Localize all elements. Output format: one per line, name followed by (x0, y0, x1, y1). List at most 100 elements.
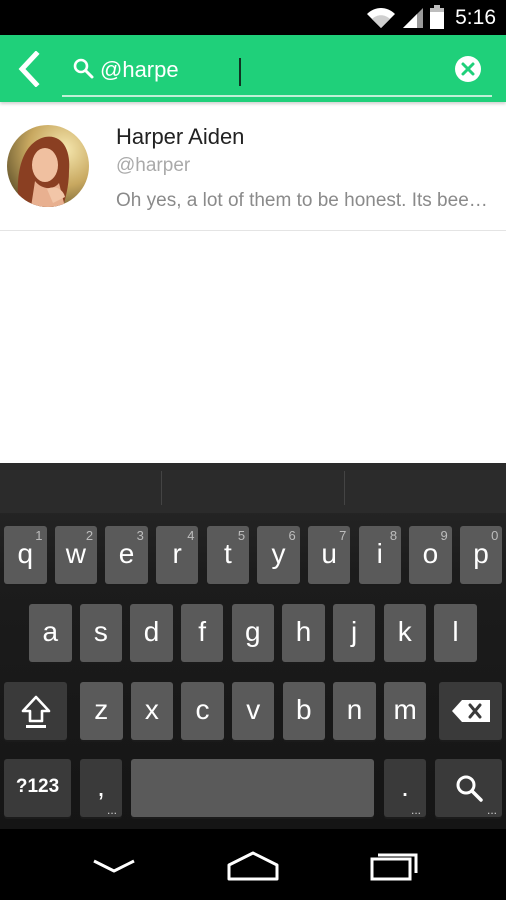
key-label: d (143, 616, 160, 647)
comma-key-label: , (97, 771, 105, 802)
key-hint: 8 (389, 528, 398, 543)
search-icon (73, 58, 94, 79)
result-message-preview: Oh yes, a lot of them to be honest. Its … (116, 190, 491, 211)
search-icon (456, 775, 483, 802)
key-g[interactable]: g (231, 604, 275, 662)
key-j[interactable]: j (332, 604, 376, 662)
result-name: Harper Aiden (116, 124, 245, 149)
nav-recents-button[interactable] (364, 847, 424, 883)
key-hint: 0 (491, 528, 499, 543)
key-label: t (223, 538, 232, 569)
symbols-key-label: ?123 (15, 776, 60, 797)
search-field[interactable] (62, 45, 492, 97)
key-label: b (296, 694, 312, 725)
key-x[interactable]: x (130, 682, 174, 740)
text-caret (239, 58, 241, 86)
key-label: s (93, 616, 108, 647)
key-label: p (473, 538, 489, 569)
keyboard: q1w2e3r4t5y6u7i8o9p0asdfghjklzxcvbnm ?12… (0, 463, 506, 829)
navigation-bar (0, 829, 506, 900)
key-hint: 6 (288, 528, 296, 543)
key-label: w (65, 538, 86, 569)
suggestion-divider (344, 471, 345, 505)
key-f[interactable]: f (180, 604, 224, 662)
wifi-icon (367, 8, 395, 28)
backspace-key[interactable] (439, 682, 502, 740)
key-label: a (42, 616, 59, 647)
cell-signal-icon (403, 8, 423, 28)
key-z[interactable]: z (80, 682, 123, 740)
back-chevron-down-icon (93, 859, 135, 873)
chevron-left-icon (18, 50, 40, 88)
key-label: l (452, 616, 459, 647)
key-label: i (376, 538, 383, 569)
home-icon (227, 851, 279, 881)
search-input[interactable] (100, 52, 440, 88)
symbols-key[interactable]: ?123 (4, 759, 71, 817)
key-label: n (346, 694, 363, 725)
key-t[interactable]: t5 (206, 526, 250, 584)
key-q[interactable]: q1 (4, 526, 47, 584)
key-label: e (118, 538, 135, 569)
suggestion-divider (161, 471, 162, 505)
key-e[interactable]: e3 (105, 526, 148, 584)
key-hint: 5 (237, 528, 246, 543)
result-handle: @harper (116, 155, 191, 176)
key-label: v (246, 694, 261, 725)
recents-icon (370, 853, 418, 881)
shift-key[interactable] (4, 682, 67, 740)
key-w[interactable]: w2 (54, 526, 98, 584)
search-key[interactable]: ... (435, 759, 502, 817)
more-keys-dots: ... (486, 803, 497, 817)
status-time: 5:16 (455, 6, 496, 29)
key-p[interactable]: p0 (459, 526, 503, 584)
period-key-label: . (401, 771, 409, 802)
key-label: u (321, 538, 337, 569)
key-o[interactable]: o9 (409, 526, 452, 584)
battery-icon (430, 5, 444, 29)
comma-key[interactable]: , ... (80, 759, 122, 817)
key-b[interactable]: b (282, 682, 326, 740)
space-key[interactable] (131, 759, 374, 817)
key-label: q (17, 538, 34, 569)
clear-icon (461, 62, 475, 76)
key-hint: 3 (136, 528, 144, 543)
shift-icon (21, 695, 50, 728)
key-label: f (198, 616, 207, 647)
avatar (7, 125, 89, 207)
key-label: z (94, 694, 109, 725)
status-icons (366, 5, 444, 29)
key-l[interactable]: l (434, 604, 477, 662)
key-label: c (195, 694, 210, 725)
avatar-photo (7, 125, 89, 207)
more-keys-dots: ... (410, 803, 421, 817)
backspace-icon (451, 700, 490, 722)
period-key[interactable]: . ... (384, 759, 426, 817)
key-hint: 4 (187, 528, 195, 543)
key-hint: 2 (85, 528, 94, 543)
key-c[interactable]: c (181, 682, 224, 740)
key-y[interactable]: y6 (257, 526, 300, 584)
key-u[interactable]: u7 (307, 526, 351, 584)
key-i[interactable]: i8 (358, 526, 402, 584)
key-label: m (393, 694, 417, 725)
key-hint: 1 (35, 528, 43, 543)
key-d[interactable]: d (130, 604, 173, 662)
key-m[interactable]: m (383, 682, 427, 740)
key-k[interactable]: k (383, 604, 427, 662)
key-n[interactable]: n (333, 682, 376, 740)
search-result-row[interactable]: Harper Aiden @harper Oh yes, a lot of th… (0, 102, 506, 231)
key-hint: 7 (339, 528, 347, 543)
key-label: k (397, 616, 412, 647)
nav-back-button[interactable] (84, 847, 144, 883)
nav-home-button[interactable] (223, 847, 283, 883)
key-s[interactable]: s (79, 604, 123, 662)
key-a[interactable]: a (29, 604, 72, 662)
key-r[interactable]: r4 (155, 526, 199, 584)
key-label: y (271, 538, 286, 569)
suggestion-strip (0, 463, 506, 513)
key-v[interactable]: v (231, 682, 275, 740)
back-button[interactable] (14, 50, 46, 88)
key-h[interactable]: h (282, 604, 325, 662)
clear-search-button[interactable] (455, 56, 481, 82)
